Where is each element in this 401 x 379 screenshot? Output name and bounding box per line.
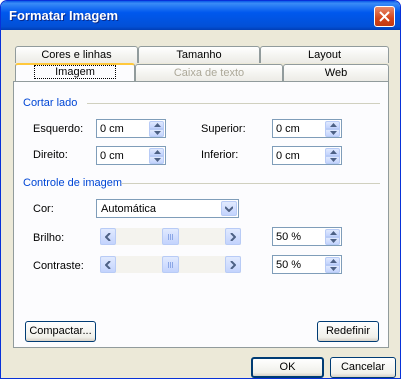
- cancel-button[interactable]: Cancelar: [330, 357, 396, 378]
- spin-up-button[interactable]: [325, 229, 340, 237]
- image-control-group-label: Controle de imagem: [23, 177, 123, 189]
- tab-cores-e-linhas[interactable]: Cores e linhas: [15, 46, 138, 63]
- contrast-thumb[interactable]: [162, 256, 179, 273]
- arrow-right-icon: [230, 261, 236, 269]
- spin-up-button[interactable]: [325, 121, 340, 129]
- arrow-down-icon: [330, 267, 337, 271]
- contrast-increase-button[interactable]: [225, 256, 241, 273]
- color-dropdown-button[interactable]: [221, 201, 237, 216]
- arrow-up-icon: [154, 123, 161, 127]
- crop-group-divider: [87, 103, 380, 104]
- spin-down-button[interactable]: [325, 129, 340, 137]
- tab-label: Caixa de texto: [173, 67, 245, 79]
- crop-top-value: 0 cm: [276, 123, 300, 135]
- spin-down-button[interactable]: [149, 156, 164, 164]
- crop-left-spinner[interactable]: 0 cm: [96, 119, 166, 138]
- arrow-up-icon: [330, 123, 337, 127]
- title-bar[interactable]: Formatar Imagem: [1, 1, 400, 30]
- arrow-down-icon: [154, 158, 161, 162]
- crop-left-label: Esquerdo:: [33, 123, 83, 135]
- brightness-label: Brilho:: [33, 232, 65, 244]
- arrow-left-icon: [105, 261, 111, 269]
- crop-bottom-value: 0 cm: [276, 150, 300, 162]
- tab-caixa-de-texto: Caixa de texto: [135, 64, 283, 81]
- arrow-up-icon: [154, 150, 161, 154]
- tab-label: Web: [324, 67, 348, 79]
- contrast-spinner[interactable]: 50 %: [272, 255, 342, 274]
- spin-up-button[interactable]: [149, 121, 164, 129]
- color-select[interactable]: Automática: [96, 199, 239, 218]
- tab-imagem[interactable]: Imagem: [15, 63, 135, 81]
- crop-left-label-text: Esquerdo:: [33, 123, 84, 135]
- reset-button[interactable]: Redefinir: [317, 321, 379, 342]
- color-select-value: Automática: [101, 203, 157, 215]
- crop-bottom-label: Inferior:: [201, 149, 239, 161]
- spin-down-button[interactable]: [149, 129, 164, 137]
- tab-web[interactable]: Web: [283, 64, 389, 81]
- color-label: Cor:: [33, 203, 54, 215]
- dialog-title: Formatar Imagem: [9, 8, 119, 23]
- crop-top-spinner[interactable]: 0 cm: [272, 119, 342, 138]
- spin-down-button[interactable]: [325, 237, 340, 245]
- arrow-down-icon: [330, 131, 337, 135]
- spin-up-button[interactable]: [325, 257, 340, 265]
- arrow-left-icon: [105, 233, 111, 241]
- brightness-spinner[interactable]: 50 %: [272, 227, 342, 246]
- arrow-up-icon: [330, 231, 337, 235]
- arrow-up-icon: [330, 259, 337, 263]
- tab-label: Cores e linhas: [41, 49, 112, 61]
- brightness-value: 50 %: [276, 231, 302, 243]
- crop-top-label: Superior:: [201, 123, 246, 135]
- crop-bottom-spinner[interactable]: 0 cm: [272, 146, 342, 165]
- ok-button[interactable]: OK: [251, 357, 324, 378]
- compress-button[interactable]: Compactar...: [25, 321, 96, 342]
- contrast-slider[interactable]: [100, 256, 241, 273]
- arrow-down-icon: [330, 239, 337, 243]
- format-picture-dialog: Formatar Imagem Cores e linhas Tamanho L…: [0, 0, 401, 379]
- arrow-down-icon: [330, 158, 337, 162]
- crop-left-value: 0 cm: [100, 123, 124, 135]
- tab-label: Imagem: [34, 65, 116, 79]
- brightness-decrease-button[interactable]: [100, 228, 116, 245]
- tab-tamanho[interactable]: Tamanho: [138, 46, 260, 63]
- crop-right-value: 0 cm: [100, 150, 124, 162]
- brightness-thumb[interactable]: [162, 228, 179, 245]
- contrast-label: Contraste:: [33, 260, 84, 272]
- contrast-value: 50 %: [276, 259, 302, 271]
- brightness-slider[interactable]: [100, 228, 241, 245]
- tab-label: Layout: [307, 49, 342, 61]
- arrow-up-icon: [330, 150, 337, 154]
- spin-down-button[interactable]: [325, 265, 340, 273]
- crop-group-label: Cortar lado: [23, 97, 78, 109]
- tab-label: Tamanho: [176, 49, 222, 61]
- spin-up-button[interactable]: [325, 148, 340, 156]
- spin-up-button[interactable]: [149, 148, 164, 156]
- crop-right-spinner[interactable]: 0 cm: [96, 146, 166, 165]
- close-icon: [379, 11, 390, 22]
- brightness-increase-button[interactable]: [225, 228, 241, 245]
- tab-layout[interactable]: Layout: [260, 46, 389, 63]
- image-control-group-divider: [121, 183, 380, 184]
- crop-right-label: Direito:: [33, 149, 68, 161]
- contrast-decrease-button[interactable]: [100, 256, 116, 273]
- arrow-down-icon: [154, 131, 161, 135]
- spin-down-button[interactable]: [325, 156, 340, 164]
- chevron-down-icon: [225, 206, 233, 212]
- close-button[interactable]: [374, 6, 395, 27]
- arrow-right-icon: [230, 233, 236, 241]
